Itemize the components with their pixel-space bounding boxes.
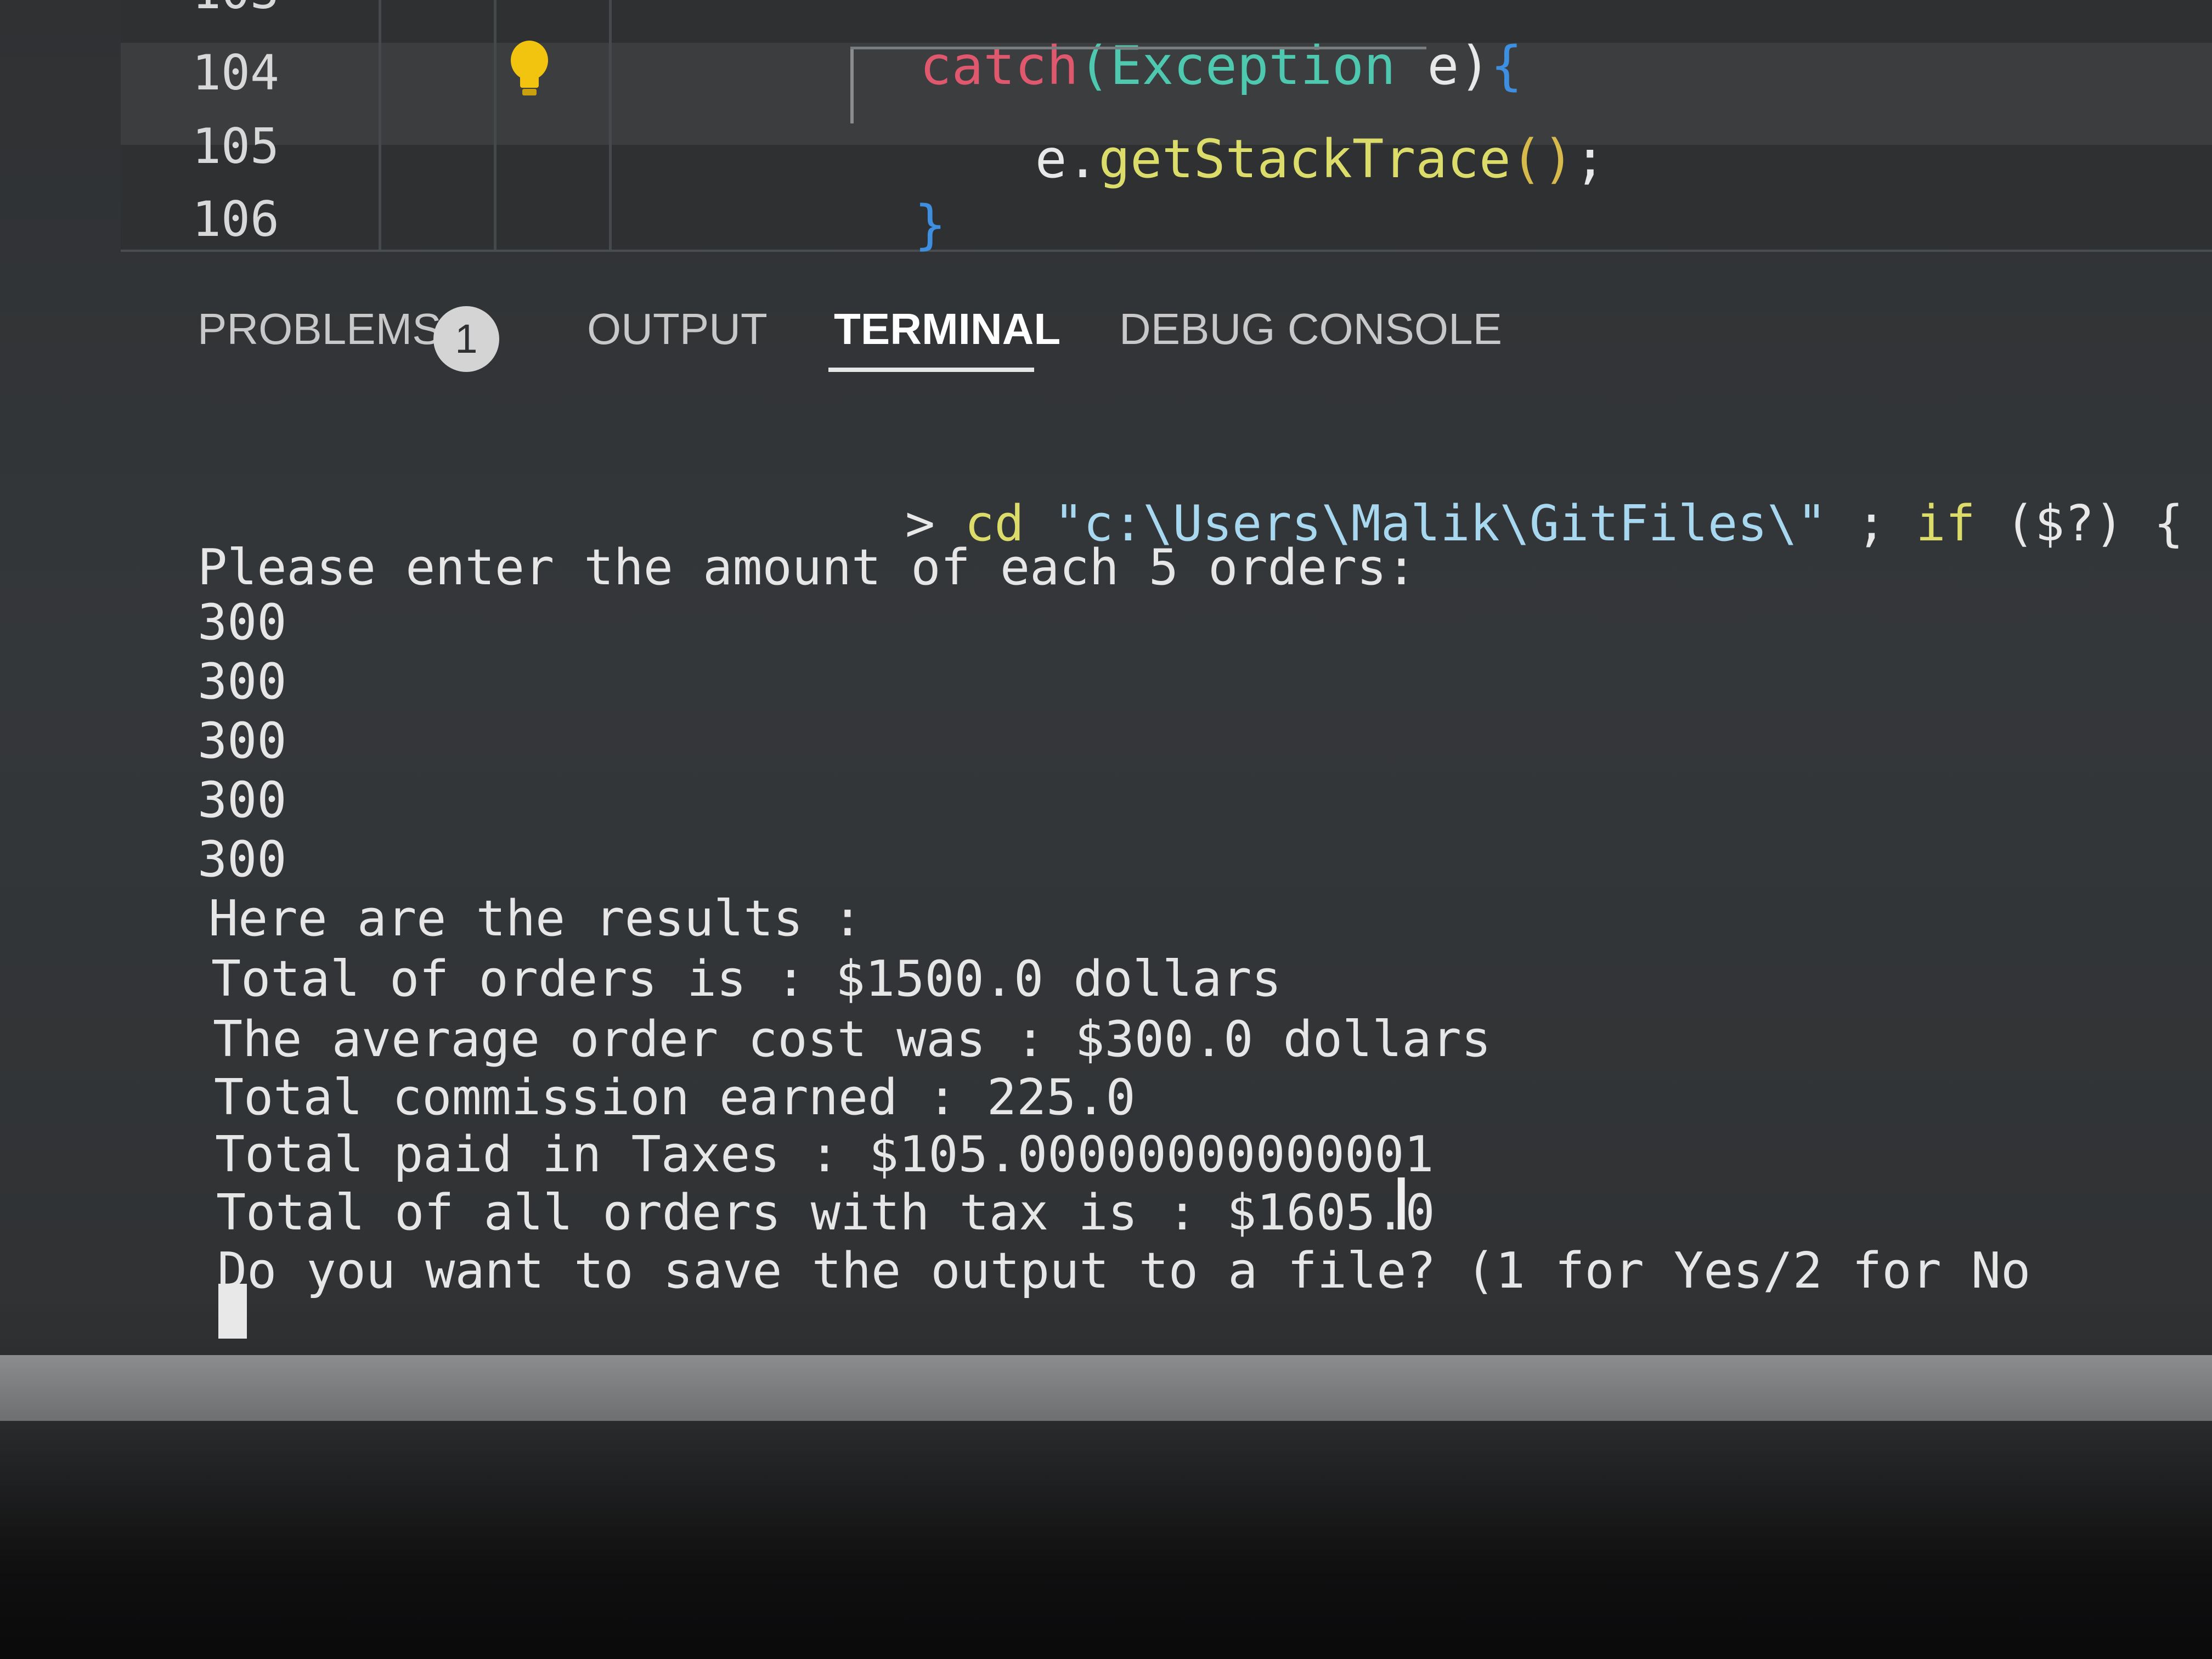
tab-problems[interactable]: PROBLEMS — [198, 296, 442, 362]
tab-debug-console[interactable]: DEBUG CONSOLE — [1119, 296, 1502, 362]
line-number: 104 — [192, 44, 279, 101]
close-brace: } — [914, 194, 946, 256]
terminal-line: 300 — [198, 831, 287, 888]
panel-tabs: PROBLEMS 1 OUTPUT TERMINAL DEBUG CONSOLE — [198, 274, 2063, 384]
code-editor[interactable]: 103 104 105 106 catch(Exception e){ e.ge… — [121, 0, 2212, 256]
command-condition: ($?) — [2005, 495, 2124, 552]
monitor-bezel — [0, 1421, 2212, 1659]
terminal-line: 300 — [198, 653, 287, 710]
photo-of-screen: 103 104 105 106 catch(Exception e){ e.ge… — [0, 0, 2212, 1659]
tab-label: DEBUG CONSOLE — [1119, 304, 1502, 353]
method-getstacktrace: getStackTrace — [1098, 128, 1511, 190]
terminal-line: Here are the results : — [208, 890, 863, 947]
terminal-line: Total paid in Taxes : $105.0000000000000… — [215, 1126, 1434, 1183]
line-number: 103 — [192, 0, 279, 22]
terminal-input-cursor[interactable] — [218, 1284, 247, 1339]
terminal-line: 300 — [198, 594, 287, 651]
code-line-stacktrace[interactable]: e.getStackTrace(); — [845, 60, 1606, 258]
tab-output[interactable]: OUTPUT — [587, 296, 768, 362]
terminal-line: Please enter the amount of each 5 orders… — [198, 539, 1417, 596]
terminal-line: Total commission earned : 225.0 — [214, 1069, 1136, 1126]
active-tab-indicator — [828, 368, 1034, 372]
tab-label: TERMINAL — [834, 304, 1061, 353]
gutter-divider — [494, 0, 496, 250]
tab-label: OUTPUT — [587, 304, 768, 353]
terminal-output[interactable]: > cd "c:\Users\Malik\GitFiles\" ; if ($?… — [198, 483, 2212, 1339]
command-brace: { — [2153, 495, 2183, 552]
text-cursor-icon: I — [1391, 1163, 1412, 1246]
tab-label: PROBLEMS — [198, 304, 442, 353]
terminal-line: Total of orders is : $1500.0 dollars — [211, 950, 1282, 1008]
bracket-match-guide — [850, 47, 1426, 49]
semicolon: ; — [1574, 128, 1606, 190]
tab-terminal[interactable]: TERMINAL — [834, 296, 1060, 362]
terminal-line: 300 — [198, 712, 287, 770]
terminal-line: The average order cost was : $300.0 doll… — [213, 1011, 1491, 1068]
gutter-divider — [379, 0, 381, 250]
command-separator: ; — [1856, 495, 1887, 552]
line-number: 105 — [192, 118, 279, 174]
status-bar — [0, 1355, 2212, 1421]
method-parens: () — [1510, 128, 1575, 190]
terminal-line: Total of all orders with tax is : $1605.… — [216, 1184, 1435, 1242]
problems-count-badge: 1 — [433, 306, 499, 372]
line-number: 106 — [192, 191, 279, 247]
gutter-divider — [609, 0, 612, 250]
stack-object: e. — [1035, 128, 1099, 190]
terminal-line: Do you want to save the output to a file… — [217, 1242, 2031, 1300]
command-if: if — [1916, 495, 1976, 552]
lightbulb-icon[interactable] — [505, 38, 554, 99]
terminal-line: 300 — [198, 771, 287, 829]
